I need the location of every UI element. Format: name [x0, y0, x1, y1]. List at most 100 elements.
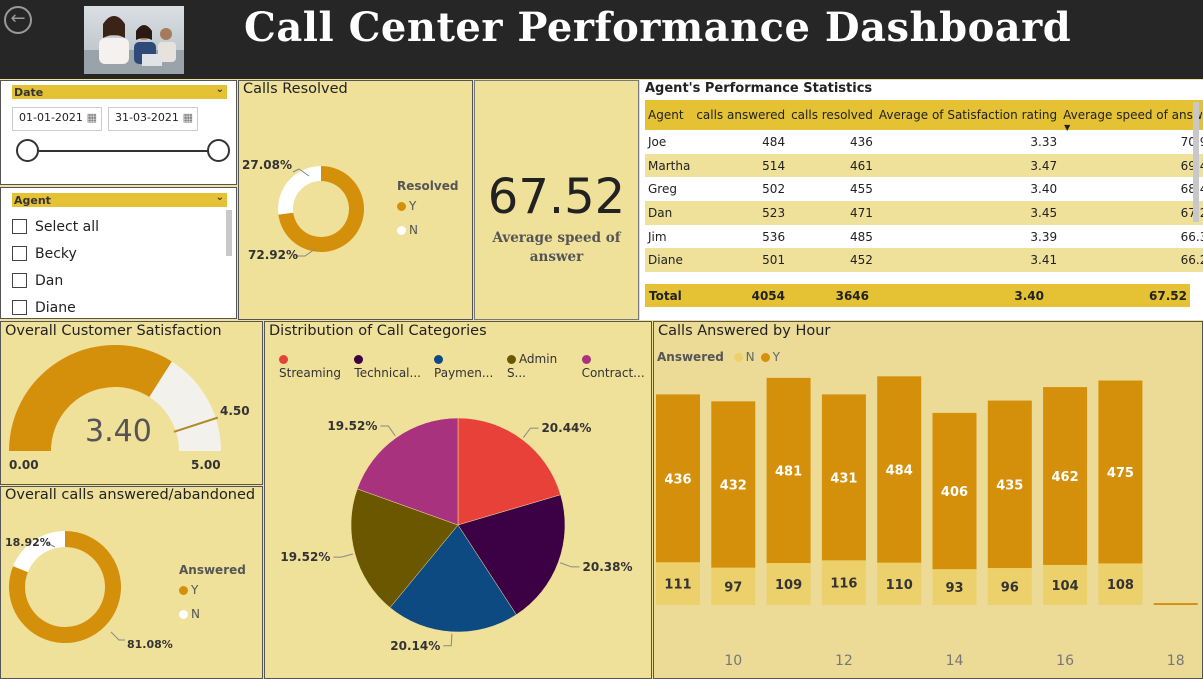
table-cell: 523 — [693, 201, 789, 225]
table-cell: 452 — [788, 248, 876, 273]
column-header[interactable]: calls resolved — [788, 100, 876, 130]
bar-data-label: 116 — [830, 577, 857, 592]
agent-slicer-scrollbar[interactable] — [226, 210, 232, 256]
start-date-value: 01-01-2021 — [19, 111, 83, 124]
table-row[interactable]: Joe 484 436 3.33 70.99 — [645, 130, 1203, 154]
resolved-y-percent: 72.92% — [248, 248, 298, 262]
checkbox[interactable] — [12, 219, 27, 234]
resolved-n-percent: 27.08% — [242, 158, 292, 172]
back-arrow-icon[interactable]: ← — [4, 6, 32, 34]
bar-data-label: 435 — [996, 478, 1023, 493]
calendar-icon[interactable]: ▦ — [183, 111, 193, 124]
table-cell: 3.39 — [1030, 229, 1058, 244]
legend-item-y: Y — [397, 199, 416, 213]
table-cell: 66.27 — [1060, 248, 1203, 273]
table-cell: Jim — [648, 229, 667, 244]
calls-by-hour-chart: 111 436 97 432 109 481 116 431 110 484 93 406 96 435 1… — [656, 376, 1198, 669]
donut-slice-n[interactable] — [278, 166, 321, 215]
table-row[interactable]: Jim 536 485 3.39 66.34 — [645, 225, 1203, 249]
bar-data-label: 436 — [664, 472, 691, 487]
bar-data-label: 484 — [886, 463, 913, 478]
table-cell: 66.34 — [1180, 229, 1203, 244]
stats-table-title: Agent's Performance Statistics — [645, 81, 873, 96]
table-total-row: Total 4054 3646 3.40 67.52 — [645, 284, 1190, 307]
call-categories-panel: Distribution of Call Categories Streamin… — [264, 321, 652, 679]
gauge-value: 3.40 — [85, 414, 152, 449]
bar-data-label: 481 — [775, 464, 802, 479]
table-row[interactable]: Martha5144613.4769.49 — [645, 153, 1203, 178]
table-cell: Greg — [648, 182, 677, 197]
gauge-max-label: 5.00 — [191, 458, 221, 472]
chevron-down-icon[interactable]: ⌄ — [216, 192, 224, 203]
bar-data-label: 462 — [1052, 470, 1079, 485]
legend-item-n: N — [179, 607, 200, 621]
table-cell: 501 — [693, 248, 789, 273]
sort-descending-icon[interactable]: ▼ — [1064, 123, 1070, 132]
answered-legend-title: Answered — [179, 563, 246, 577]
table-cell: 3.40 — [1030, 182, 1058, 197]
bar-segment-y[interactable] — [1153, 603, 1198, 605]
column-header[interactable]: Average of Satisfaction rating — [875, 100, 1061, 130]
table-cell: Diane — [645, 248, 694, 273]
table-row[interactable]: Diane5014523.4166.27 — [645, 248, 1203, 273]
speed-value: 67.52 — [487, 169, 626, 225]
speed-label: Average speed of answer — [492, 230, 621, 265]
pie-data-label: 20.44% — [541, 421, 591, 435]
gauge-min-label: 0.00 — [9, 458, 39, 472]
date-slicer-label: Date — [14, 86, 44, 99]
table-cell: 502 — [762, 182, 786, 197]
agent-option-label: Dan — [35, 272, 64, 289]
checkbox[interactable] — [12, 300, 27, 315]
pie-leader-line — [380, 425, 396, 437]
start-date-field[interactable]: 01-01-2021 ▦ — [12, 107, 102, 131]
table-scrollbar[interactable] — [1193, 102, 1199, 222]
x-tick-label: 14 — [946, 653, 964, 669]
date-range-track — [26, 150, 219, 152]
end-date-value: 31-03-2021 — [115, 111, 179, 124]
table-cell: 69.49 — [1060, 153, 1203, 178]
gauge-target-label: 4.50 — [220, 404, 250, 418]
column-header[interactable]: Average speed of answer ▼ — [1060, 100, 1203, 132]
resolved-legend-title: Resolved — [397, 179, 459, 193]
calls-resolved-donut — [278, 166, 364, 257]
column-header[interactable]: Agent — [645, 100, 694, 130]
bar-data-label: 432 — [720, 478, 747, 493]
bar-data-label: 96 — [1001, 581, 1019, 596]
pie-leader-line — [560, 562, 580, 568]
table-row[interactable]: Dan5234713.4567.28 — [645, 201, 1203, 225]
table-cell: 455 — [849, 182, 873, 197]
satisfaction-gauge — [9, 345, 221, 451]
calendar-icon[interactable]: ▦ — [87, 111, 97, 124]
table-cell: 461 — [788, 153, 876, 178]
date-range-end-handle[interactable] — [207, 139, 230, 162]
answered-n-percent: 18.92% — [5, 536, 51, 549]
end-date-field[interactable]: 31-03-2021 ▦ — [108, 107, 198, 131]
date-range-start-handle[interactable] — [16, 139, 39, 162]
x-tick-label: 10 — [724, 653, 742, 669]
agent-option[interactable]: Select all — [12, 213, 212, 240]
x-tick-label: 16 — [1056, 653, 1074, 669]
legend-item-n: N — [397, 223, 418, 237]
date-slicer: Date ⌄ 01-01-2021 ▦ 31-03-2021 ▦ — [0, 80, 237, 185]
x-tick-label: 12 — [835, 653, 853, 669]
agent-option[interactable]: Diane — [12, 294, 212, 321]
table-cell: Joe — [648, 134, 667, 149]
agent-option[interactable]: Becky — [12, 240, 212, 267]
agent-option[interactable]: Dan — [12, 267, 212, 294]
bar-data-label: 104 — [1052, 579, 1079, 594]
column-header[interactable]: calls answered — [693, 100, 789, 130]
chevron-down-icon[interactable]: ⌄ — [216, 84, 224, 95]
bar-data-label: 108 — [1107, 578, 1134, 593]
stats-table: Agent calls answered calls resolved Aver… — [645, 100, 1203, 273]
agent-slicer-label: Agent — [14, 194, 51, 207]
table-cell: 67.28 — [1060, 201, 1203, 225]
agent-option-label: Diane — [35, 299, 76, 316]
checkbox[interactable] — [12, 273, 27, 288]
checkbox[interactable] — [12, 246, 27, 261]
agent-option-label: Select all — [35, 218, 99, 235]
pie-leader-line — [522, 427, 539, 439]
speed-card: 67.52 Average speed of answer — [474, 80, 639, 320]
agent-slicer-header: Agent ⌄ — [12, 192, 227, 207]
table-cell: 514 — [693, 153, 789, 178]
table-row[interactable]: Greg 502 455 3.40 68.44 — [645, 177, 1203, 201]
